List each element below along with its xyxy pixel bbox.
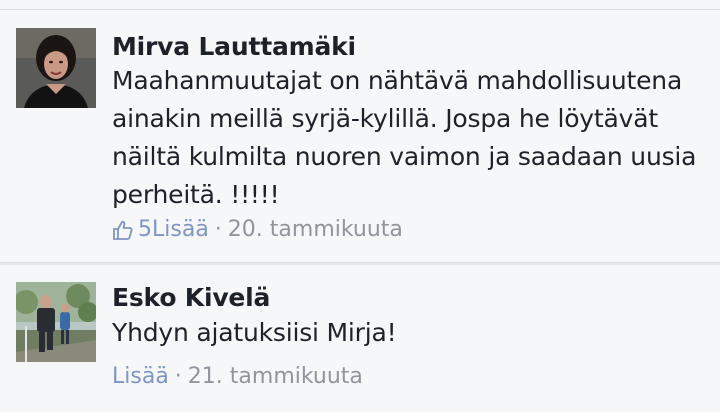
comment-text: Maahanmuutajat on nähtävä mahdollisuuten… xyxy=(112,66,697,209)
avatar[interactable] xyxy=(16,282,96,362)
comment-author[interactable]: Mirva Lauttamäki xyxy=(112,32,356,61)
comment-text: Yhdyn ajatuksiisi Mirja! xyxy=(112,318,397,347)
comment-item: Esko Kivelä Yhdyn ajatuksiisi Mirja! Lis… xyxy=(0,265,720,412)
like-count[interactable]: 5 xyxy=(138,217,152,242)
separator: · xyxy=(214,217,222,242)
separator: · xyxy=(174,364,182,389)
more-link[interactable]: Lisää xyxy=(112,364,169,389)
top-divider xyxy=(0,0,720,10)
comment-item: Mirva Lauttamäki Maahanmuutajat on nähtä… xyxy=(0,10,720,262)
thumbs-up-icon[interactable] xyxy=(112,219,134,241)
comment-date[interactable]: 21. tammikuuta xyxy=(188,364,363,389)
comment-author[interactable]: Esko Kivelä xyxy=(112,283,270,312)
comment-date[interactable]: 20. tammikuuta xyxy=(228,217,403,242)
avatar[interactable] xyxy=(16,28,96,108)
comment-meta: Lisää · 21. tammikuuta xyxy=(112,364,363,389)
comment-meta: 5 Lisää · 20. tammikuuta xyxy=(112,217,403,242)
more-link[interactable]: Lisää xyxy=(152,217,209,242)
